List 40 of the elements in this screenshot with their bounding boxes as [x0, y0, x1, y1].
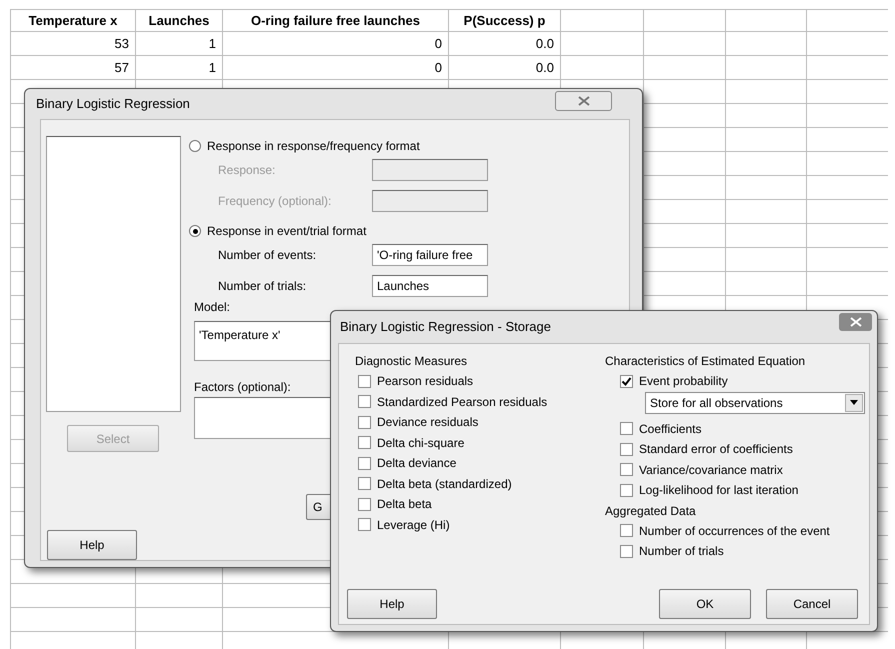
column-header: Launches	[135, 10, 222, 32]
field-label: Number of events:	[218, 247, 318, 264]
window-title: Binary Logistic Regression - Storage	[340, 318, 551, 336]
field-label: Frequency (optional):	[218, 193, 332, 210]
checkbox-label: Delta beta (standardized)	[377, 476, 512, 493]
field-label: Factors (optional):	[194, 379, 291, 395]
section-heading: Characteristics of Estimated Equation	[605, 353, 806, 370]
checkbox-label: Delta deviance	[377, 455, 456, 472]
checkbox-label: Delta chi-square	[377, 434, 464, 452]
checkbox-label: Variance/covariance matrix	[639, 462, 783, 479]
column-header: Temperature x	[10, 10, 135, 32]
table-cell: 0	[222, 56, 448, 80]
checkbox-label: Log-likelihood for last iteration	[639, 482, 798, 500]
checkbox-label: Event probability	[639, 373, 728, 390]
table-cell: 1	[135, 56, 222, 80]
table-cell: 0.0	[448, 56, 560, 80]
checkbox-label: Deviance residuals	[377, 414, 478, 432]
column-header: P(Success) p	[448, 10, 560, 32]
table-cell: 53	[10, 32, 135, 56]
table-cell: 0	[222, 32, 448, 56]
table-cell: 1	[135, 32, 222, 56]
checkbox-label: Delta beta	[377, 496, 432, 514]
column-header: O-ring failure free launches	[222, 10, 448, 32]
section-heading: Aggregated Data	[605, 502, 697, 520]
checkbox-label: Standard error of coefficients	[639, 441, 793, 458]
checkbox-label: Standardized Pearson residuals	[377, 394, 548, 411]
field-label: Model:	[194, 299, 230, 315]
checkbox-label: Pearson residuals	[377, 373, 474, 390]
checkbox-label: Number of trials	[639, 543, 724, 560]
window-title: Binary Logistic Regression	[36, 95, 190, 114]
field-label: Response:	[218, 162, 276, 179]
checkbox-label: Number of occurrences of the event	[639, 522, 830, 540]
table-cell: 57	[10, 56, 135, 80]
checkbox-label: Leverage (Hi)	[377, 516, 450, 534]
table-cell: 0.0	[448, 32, 560, 56]
field-label: Number of trials:	[218, 278, 308, 295]
radio-label: Response in event/trial format	[207, 223, 366, 240]
checkbox-label: Coefficients	[639, 420, 702, 438]
radio-label: Response in response/frequency format	[207, 138, 420, 155]
section-heading: Diagnostic Measures	[355, 353, 468, 370]
